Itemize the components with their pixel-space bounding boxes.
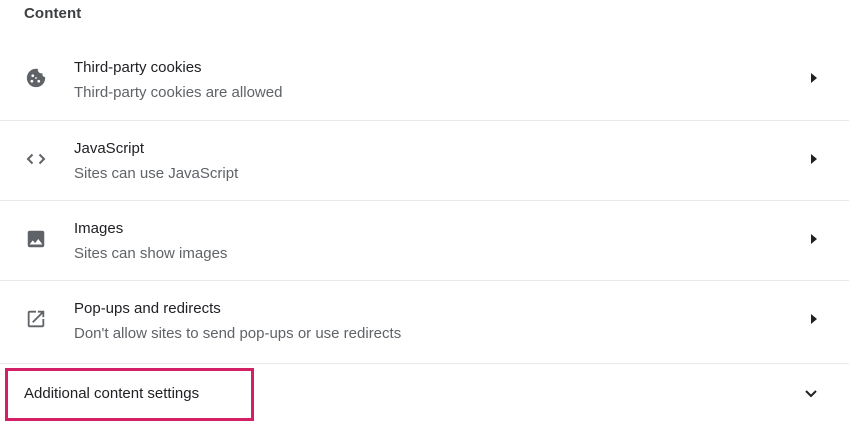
row-popups-redirects[interactable]: Pop-ups and redirects Don't allow sites … bbox=[0, 280, 849, 360]
row-text: Pop-ups and redirects Don't allow sites … bbox=[74, 299, 401, 344]
chevron-down-icon[interactable] bbox=[801, 384, 821, 404]
arrow-right-icon bbox=[806, 311, 822, 327]
row-sublabel: Sites can use JavaScript bbox=[74, 165, 239, 182]
additional-content-settings-toggle[interactable]: Additional content settings bbox=[0, 363, 849, 425]
row-third-party-cookies[interactable]: Third-party cookies Third-party cookies … bbox=[0, 40, 849, 120]
row-javascript[interactable]: JavaScript Sites can use JavaScript bbox=[0, 120, 849, 200]
image-icon bbox=[24, 227, 48, 251]
arrow-right-icon bbox=[806, 70, 822, 86]
arrow-right-icon bbox=[806, 151, 822, 167]
row-images[interactable]: Images Sites can show images bbox=[0, 200, 849, 280]
cookie-icon bbox=[24, 66, 48, 90]
row-sublabel: Sites can show images bbox=[74, 245, 228, 262]
open-in-new-icon bbox=[24, 307, 48, 331]
row-text: Third-party cookies Third-party cookies … bbox=[74, 58, 282, 103]
content-settings-page: Content Third-party cookies Third-party … bbox=[0, 0, 849, 438]
additional-content-settings-label: Additional content settings bbox=[24, 385, 200, 402]
row-text: JavaScript Sites can use JavaScript bbox=[74, 139, 238, 184]
code-icon bbox=[24, 147, 48, 171]
content-settings-list: Third-party cookies Third-party cookies … bbox=[0, 40, 849, 360]
row-sublabel: Don't allow sites to send pop-ups or use… bbox=[74, 325, 402, 342]
row-label: Third-party cookies bbox=[74, 59, 202, 76]
arrow-right-icon bbox=[806, 231, 822, 247]
row-sublabel: Third-party cookies are allowed bbox=[74, 84, 283, 101]
row-label: JavaScript bbox=[74, 140, 145, 157]
section-title: Content bbox=[24, 5, 82, 22]
row-label: Pop-ups and redirects bbox=[74, 300, 221, 317]
row-text: Images Sites can show images bbox=[74, 219, 227, 264]
row-label: Images bbox=[74, 220, 124, 237]
